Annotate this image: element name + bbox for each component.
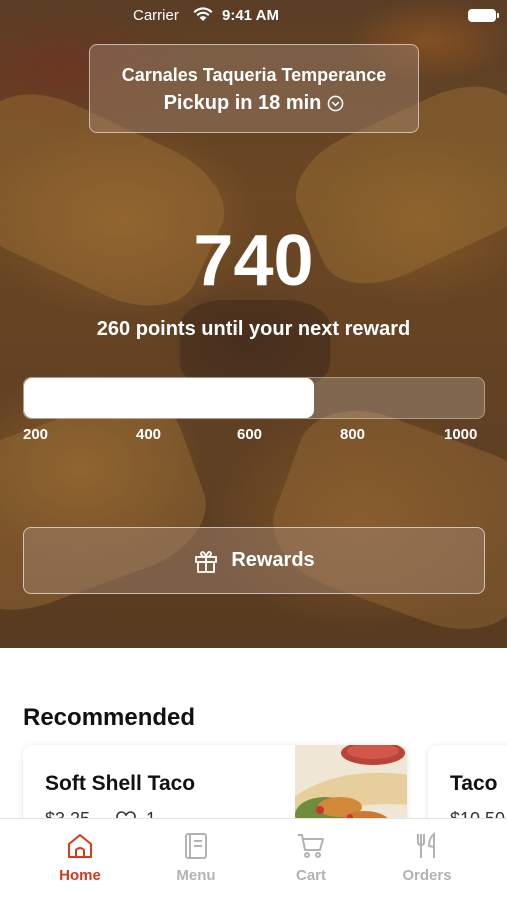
clock: 9:41 AM — [222, 7, 279, 24]
status-bar: Carrier 9:41 AM — [0, 0, 507, 30]
points-progress-bar — [23, 377, 485, 419]
pickup-time: Pickup in 18 min — [163, 92, 322, 114]
points-until-reward: 260 points until your next reward — [96, 318, 411, 340]
gift-icon — [195, 550, 218, 573]
tick-label: 1000 — [444, 426, 478, 443]
home-icon — [68, 834, 92, 858]
points-progress-fill — [24, 378, 314, 418]
tick-label: 400 — [136, 426, 162, 443]
tab-home[interactable]: Home — [30, 831, 130, 884]
tick-label: 800 — [340, 426, 366, 443]
tab-label: Menu — [176, 867, 216, 884]
tab-label: Orders — [402, 867, 452, 884]
wifi-icon — [193, 7, 213, 21]
rewards-button-label: Rewards — [231, 549, 315, 571]
tab-orders[interactable]: Orders — [377, 831, 477, 884]
progress-tick-labels: 200 400 600 800 1000 — [0, 426, 507, 446]
recommended-title: Recommended — [23, 704, 196, 731]
item-name: Taco — [450, 772, 498, 795]
tab-menu[interactable]: Menu — [146, 831, 246, 884]
orders-icon — [417, 831, 435, 858]
tick-label: 600 — [237, 426, 263, 443]
menu-icon — [185, 833, 207, 859]
cart-icon — [298, 834, 324, 858]
rewards-button[interactable]: Rewards — [23, 527, 485, 594]
battery-icon — [468, 9, 499, 22]
pickup-time-row[interactable]: Pickup in 18 min — [90, 92, 418, 115]
tick-label: 200 — [23, 426, 49, 443]
chevron-down-circle-icon — [328, 95, 344, 112]
carrier-label: Carrier — [133, 7, 179, 24]
points-total: 740 — [193, 221, 314, 301]
tab-label: Cart — [295, 867, 326, 884]
item-name: Soft Shell Taco — [45, 772, 196, 795]
location-selector[interactable]: Carnales Taqueria Temperance Pickup in 1… — [89, 44, 419, 133]
tab-label: Home — [59, 867, 101, 884]
store-name: Carnales Taqueria Temperance — [121, 65, 387, 85]
tab-cart[interactable]: Cart — [261, 831, 361, 884]
bottom-tab-bar: Home Menu Cart Orders — [0, 818, 507, 900]
